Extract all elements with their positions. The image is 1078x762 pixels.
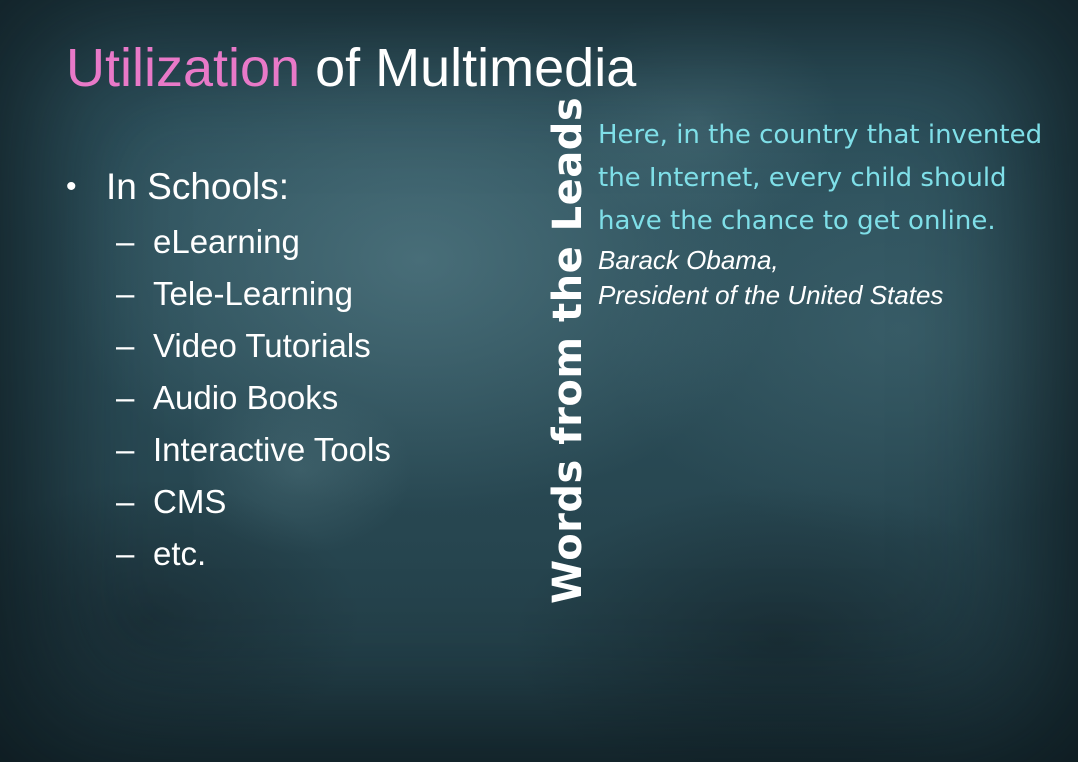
quote-author-title: President of the United States <box>598 280 944 310</box>
dash-marker: – <box>116 483 135 520</box>
sub-item-label: eLearning <box>153 223 300 260</box>
sub-item-label: Tele-Learning <box>153 275 353 312</box>
sub-item: – eLearning <box>66 216 391 268</box>
title-rest: of Multimedia <box>300 38 637 98</box>
sub-item-label: Interactive Tools <box>153 431 391 468</box>
quote-author: Barack Obama, <box>598 245 779 275</box>
side-heading: Words from the Leads <box>545 96 591 604</box>
bullet-marker: • <box>66 170 77 203</box>
title-accent-word: Utilization <box>66 38 301 98</box>
slide: Utilization of Multimedia • In Schools: … <box>0 0 1078 762</box>
dash-marker: – <box>116 431 135 468</box>
dash-marker: – <box>116 535 135 572</box>
sub-item: – Tele-Learning <box>66 268 391 320</box>
sub-item-label: CMS <box>153 483 227 520</box>
quote-block: Here, in the country that invented the I… <box>598 114 1068 313</box>
sub-item: – etc. <box>66 528 391 580</box>
sub-item-label: Video Tutorials <box>153 327 371 364</box>
sub-item-label: etc. <box>153 535 207 572</box>
bullet-label: In Schools: <box>106 166 290 207</box>
bullet-list: • In Schools: – eLearning – Tele-Learning … <box>66 162 391 580</box>
sub-item: – Interactive Tools <box>66 424 391 476</box>
dash-marker: – <box>116 379 135 416</box>
dash-marker: – <box>116 275 135 312</box>
sub-item-label: Audio Books <box>153 379 339 416</box>
slide-title: Utilization of Multimedia <box>66 36 636 100</box>
dash-marker: – <box>116 223 135 260</box>
dash-marker: – <box>116 327 135 364</box>
sub-item: – Video Tutorials <box>66 320 391 372</box>
sub-item: – Audio Books <box>66 372 391 424</box>
sub-list: – eLearning – Tele-Learning – Video Tutoria… <box>66 216 391 580</box>
quote-text: Here, in the country that invented the I… <box>598 120 1043 236</box>
sub-item: – CMS <box>66 476 391 528</box>
bullet-item-schools: • In Schools: <box>66 162 391 212</box>
